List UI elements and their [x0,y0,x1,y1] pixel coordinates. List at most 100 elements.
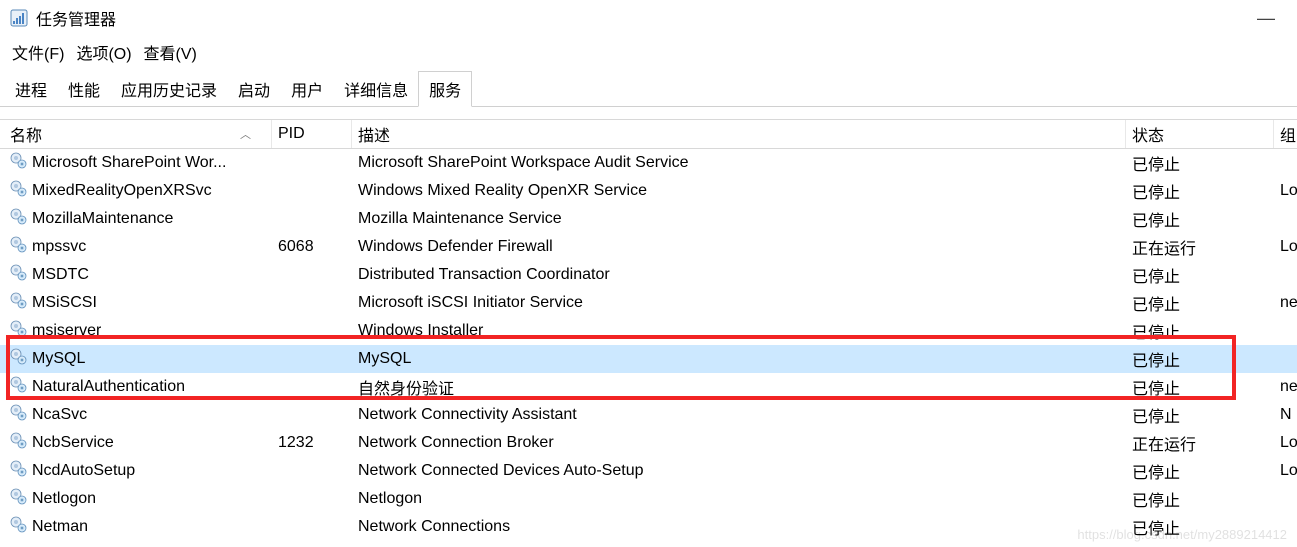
service-group: Lo [1274,429,1297,457]
service-pid [272,149,352,177]
service-group: Lo [1274,457,1297,485]
tab-services[interactable]: 服务 [418,71,472,107]
task-manager-icon [10,9,28,27]
table-row[interactable]: MSDTC Distributed Transaction Coordinato… [0,261,1297,289]
sort-ascending-icon: ︿ [240,126,251,142]
service-pid [272,513,352,541]
service-status: 正在运行 [1126,429,1274,457]
service-pid: 1232 [272,429,352,457]
service-name: MSDTC [32,266,89,284]
service-status: 已停止 [1126,345,1274,373]
table-row[interactable]: NcaSvc Network Connectivity Assistant 已停… [0,401,1297,429]
service-icon [10,236,27,258]
service-name: MySQL [32,350,85,368]
tab-processes[interactable]: 进程 [4,71,58,107]
service-pid [272,345,352,373]
service-description: Windows Installer [352,317,1126,345]
service-description: Network Connection Broker [352,429,1126,457]
services-table: 名称 ︿ PID 描述 状态 组 Microsoft SharePoint Wo… [0,119,1297,541]
table-row[interactable]: NcbService 1232 Network Connection Broke… [0,429,1297,457]
service-icon [10,516,27,538]
table-row[interactable]: MozillaMaintenance Mozilla Maintenance S… [0,205,1297,233]
service-description: Distributed Transaction Coordinator [352,261,1126,289]
column-header-description[interactable]: 描述 [352,120,1126,148]
service-status: 已停止 [1126,149,1274,177]
service-description: 自然身份验证 [352,373,1126,401]
column-header-group[interactable]: 组 [1274,120,1297,148]
service-pid: 6068 [272,233,352,261]
column-header-pid[interactable]: PID [272,120,352,148]
service-description: Mozilla Maintenance Service [352,205,1126,233]
service-group [1274,317,1297,345]
menu-options[interactable]: 选项(O) [76,40,131,64]
service-description: Netlogon [352,485,1126,513]
service-description: MySQL [352,345,1126,373]
service-description: Microsoft SharePoint Workspace Audit Ser… [352,149,1126,177]
service-group: Lo [1274,233,1297,261]
service-description: Windows Defender Firewall [352,233,1126,261]
service-icon [10,180,27,202]
column-header-name[interactable]: 名称 ︿ [0,120,272,148]
service-pid [272,373,352,401]
service-status: 已停止 [1126,317,1274,345]
table-row[interactable]: msiserver Windows Installer 已停止 [0,317,1297,345]
service-group [1274,485,1297,513]
service-icon [10,208,27,230]
service-group [1274,149,1297,177]
service-description: Microsoft iSCSI Initiator Service [352,289,1126,317]
service-pid [272,317,352,345]
service-name: Microsoft SharePoint Wor... [32,154,226,172]
column-header-status[interactable]: 状态 [1126,120,1274,148]
window-title: 任务管理器 [36,6,116,30]
minimize-button[interactable]: — [1245,8,1287,29]
table-row[interactable]: Microsoft SharePoint Wor... Microsoft Sh… [0,149,1297,177]
service-icon [10,488,27,510]
service-name: NcbService [32,434,114,452]
service-icon [10,432,27,454]
table-row[interactable]: MixedRealityOpenXRSvc Windows Mixed Real… [0,177,1297,205]
service-description: Network Connectivity Assistant [352,401,1126,429]
table-row[interactable]: NcdAutoSetup Network Connected Devices A… [0,457,1297,485]
service-status: 正在运行 [1126,233,1274,261]
service-name: MSiSCSI [32,294,97,312]
service-status: 已停止 [1126,205,1274,233]
table-row[interactable]: MySQL MySQL 已停止 [0,345,1297,373]
title-bar[interactable]: 任务管理器 — [0,0,1297,36]
service-pid [272,177,352,205]
service-name: NcdAutoSetup [32,462,135,480]
service-icon [10,460,27,482]
service-description: Windows Mixed Reality OpenXR Service [352,177,1126,205]
tab-details[interactable]: 详细信息 [333,71,419,107]
service-pid [272,485,352,513]
menu-bar: 文件(F) 选项(O) 查看(V) [0,36,1297,70]
service-group: ne [1274,289,1297,317]
service-pid [272,289,352,317]
menu-view[interactable]: 查看(V) [144,40,197,64]
service-group: N [1274,401,1297,429]
service-description: Network Connected Devices Auto-Setup [352,457,1126,485]
table-row[interactable]: Netlogon Netlogon 已停止 [0,485,1297,513]
service-group [1274,205,1297,233]
service-name: NaturalAuthentication [32,378,185,396]
table-row[interactable]: mpssvc 6068 Windows Defender Firewall 正在… [0,233,1297,261]
menu-file[interactable]: 文件(F) [12,40,64,64]
service-group: ne [1274,373,1297,401]
service-pid [272,401,352,429]
service-icon [10,152,27,174]
tab-app-history[interactable]: 应用历史记录 [110,71,228,107]
tab-startup[interactable]: 启动 [227,71,281,107]
service-pid [272,205,352,233]
service-name: MozillaMaintenance [32,210,173,228]
table-row[interactable]: MSiSCSI Microsoft iSCSI Initiator Servic… [0,289,1297,317]
service-status: 已停止 [1126,457,1274,485]
watermark-text: https://blog.csdn.net/my2889214412 [1077,527,1287,542]
table-row[interactable]: NaturalAuthentication 自然身份验证 已停止 ne [0,373,1297,401]
service-status: 已停止 [1126,373,1274,401]
tab-users[interactable]: 用户 [280,71,334,107]
tab-performance[interactable]: 性能 [57,71,111,107]
service-group [1274,345,1297,373]
service-icon [10,376,27,398]
service-name: msiserver [32,322,101,340]
service-name: Netlogon [32,490,96,508]
service-icon [10,320,27,342]
